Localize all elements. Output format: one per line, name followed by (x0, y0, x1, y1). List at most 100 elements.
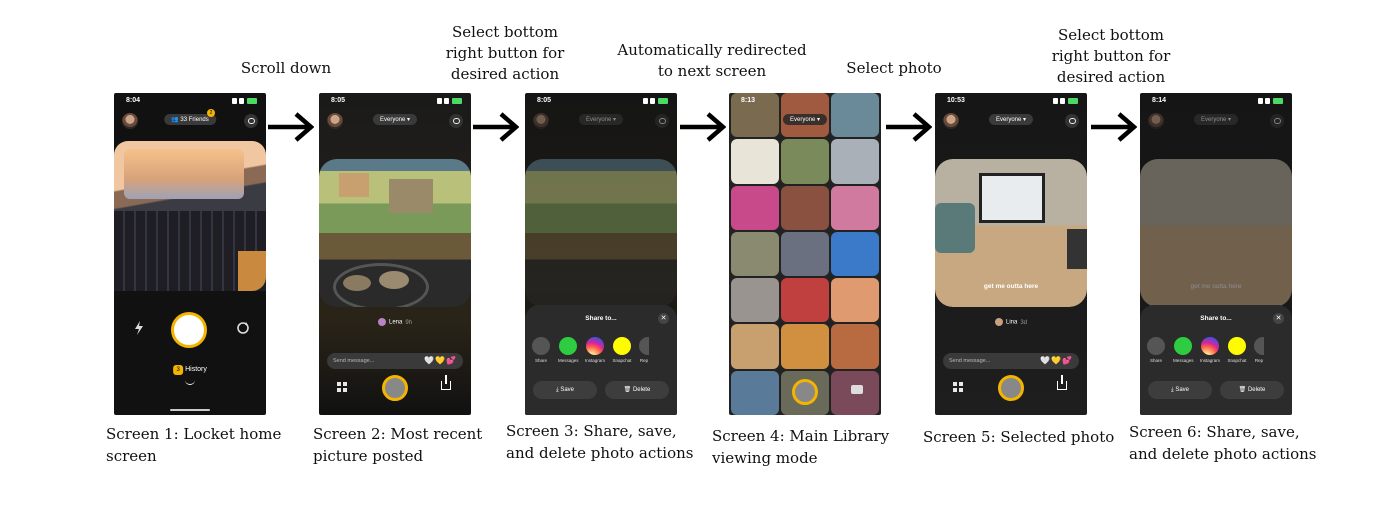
close-icon[interactable]: ✕ (658, 313, 669, 324)
history-button[interactable]: 3 History (173, 365, 207, 375)
app-label: Instagram (585, 358, 606, 363)
caption-line: Screen 2: Most recent (313, 425, 483, 443)
caption-line: Screen 1: Locket home (106, 425, 282, 443)
status-time: 8:13 (741, 97, 756, 104)
snapchat-icon (1228, 337, 1246, 355)
share-apps: Share Messages Instagram Snapchat Rep (1146, 337, 1292, 363)
avatar[interactable] (943, 113, 959, 129)
chat-icon[interactable] (244, 114, 258, 128)
share-icon[interactable] (1057, 375, 1067, 390)
chat-icon[interactable] (449, 114, 463, 128)
library-photo[interactable] (831, 185, 879, 230)
library-photo[interactable] (781, 185, 829, 230)
avatar (533, 113, 549, 129)
save-label: Save (560, 387, 574, 393)
audience-dropdown[interactable]: Everyone ▾ (988, 114, 1034, 125)
share-app-messages[interactable]: Messages (558, 337, 579, 363)
signal-icon (643, 98, 669, 104)
step-label-line: to next screen (657, 62, 767, 80)
reaction-emojis[interactable]: 🤍💛💕 (424, 356, 457, 365)
sender-info: Lina 3d (994, 318, 1028, 326)
audience-dropdown[interactable]: Everyone ▾ (782, 114, 828, 125)
library-photo[interactable] (831, 139, 879, 184)
library-photo[interactable] (781, 324, 829, 369)
camera-viewfinder[interactable] (114, 141, 266, 291)
share-app-instagram[interactable]: Instagram (585, 337, 605, 363)
step-label-line: desired action (1056, 68, 1166, 86)
message-input[interactable]: Send message... 🤍💛💕 (327, 353, 463, 369)
monitor (979, 173, 1045, 223)
share-app-messages[interactable]: Messages (1173, 337, 1194, 363)
delete-button[interactable]: 🗑 Delete (1220, 381, 1284, 399)
library-photo[interactable] (731, 139, 779, 184)
instagram-icon (586, 337, 604, 355)
library-photo[interactable] (731, 324, 779, 369)
library-photo[interactable] (781, 139, 829, 184)
messages-icon (1174, 337, 1192, 355)
lightning-icon[interactable] (134, 321, 144, 335)
share-icon[interactable] (441, 375, 451, 390)
app-label: Messages (558, 358, 579, 363)
library-photo[interactable] (831, 324, 879, 369)
screen-2-recent: 8:05 Everyone ▾ Lena 9h Send message... 🤍💛… (319, 93, 471, 415)
library-photo[interactable] (831, 278, 879, 323)
arrow-right-icon (680, 112, 726, 142)
close-icon[interactable]: ✕ (1273, 313, 1284, 324)
library-photo[interactable] (731, 231, 779, 277)
screen-1-home: 8:04 👥 33 Friends 2 3 History (114, 93, 266, 415)
library-photo[interactable] (731, 185, 779, 230)
save-button[interactable]: ⤓ Save (533, 381, 597, 399)
share-actions: ⤓ Save 🗑 Delete (1148, 381, 1284, 399)
screen-6-share: 8:14 Everyone ▾ get me outta here Share … (1140, 93, 1292, 415)
share-app-snapchat[interactable]: Snapchat (612, 337, 632, 363)
audience-dropdown[interactable]: Everyone ▾ (372, 114, 418, 125)
status-bar: 8:04 (122, 97, 258, 107)
caption-screen-4: Screen 4: Main Library viewing mode (712, 425, 912, 469)
grid-icon[interactable] (337, 382, 347, 392)
share-app-share[interactable]: Share (531, 337, 551, 363)
audience-label: Everyone (379, 117, 406, 123)
library-photo[interactable] (781, 231, 829, 277)
grid-icon[interactable] (953, 382, 963, 392)
library-photo[interactable] (831, 231, 879, 277)
share-apps: Share Messages Instagram Snapchat Rep (531, 337, 677, 363)
instagram-icon (1201, 337, 1219, 355)
avatar[interactable] (122, 113, 138, 129)
posted-photo (319, 159, 471, 307)
shutter-button[interactable] (171, 312, 207, 348)
save-button[interactable]: ⤓ Save (1148, 381, 1212, 399)
share-app-snapchat[interactable]: Snapchat (1227, 337, 1247, 363)
delete-label: Delete (1247, 387, 1266, 393)
delete-button[interactable]: 🗑 Delete (605, 381, 669, 399)
library-photo[interactable] (781, 278, 829, 323)
sender-name: Lena (388, 319, 403, 326)
camera-button[interactable] (792, 379, 818, 405)
share-app-share[interactable]: Share (1146, 337, 1166, 363)
signal-icon (1258, 98, 1284, 104)
sender-time: 3d (1020, 319, 1028, 326)
camera-button[interactable] (382, 375, 408, 401)
flip-camera-icon[interactable] (236, 321, 250, 335)
save-label: Save (1175, 387, 1189, 393)
camera-button[interactable] (998, 375, 1024, 401)
caption-screen-2: Screen 2: Most recent picture posted (313, 423, 513, 467)
step-label-scroll: Scroll down (218, 58, 354, 79)
arrow-right-icon (886, 112, 932, 142)
status-time: 8:05 (331, 97, 346, 104)
chevron-down-icon[interactable] (185, 380, 195, 385)
avatar[interactable] (327, 113, 343, 129)
share-app-more[interactable]: Rep (1254, 337, 1264, 363)
reaction-emojis[interactable]: 🤍💛💕 (1040, 356, 1073, 365)
status-bar: 10:53 (943, 97, 1079, 107)
library-photo[interactable] (731, 370, 779, 415)
share-actions: ⤓ Save 🗑 Delete (533, 381, 669, 399)
share-app-more[interactable]: Rep (639, 337, 649, 363)
chat-icon[interactable] (1065, 114, 1079, 128)
message-input[interactable]: Send message... 🤍💛💕 (943, 353, 1079, 369)
share-app-instagram[interactable]: Instagram (1200, 337, 1220, 363)
messages-icon (559, 337, 577, 355)
play-icon[interactable] (851, 385, 863, 394)
selected-photo: get me outta here (935, 159, 1087, 307)
library-photo[interactable] (731, 278, 779, 323)
caption-screen-5: Screen 5: Selected photo (923, 426, 1123, 448)
